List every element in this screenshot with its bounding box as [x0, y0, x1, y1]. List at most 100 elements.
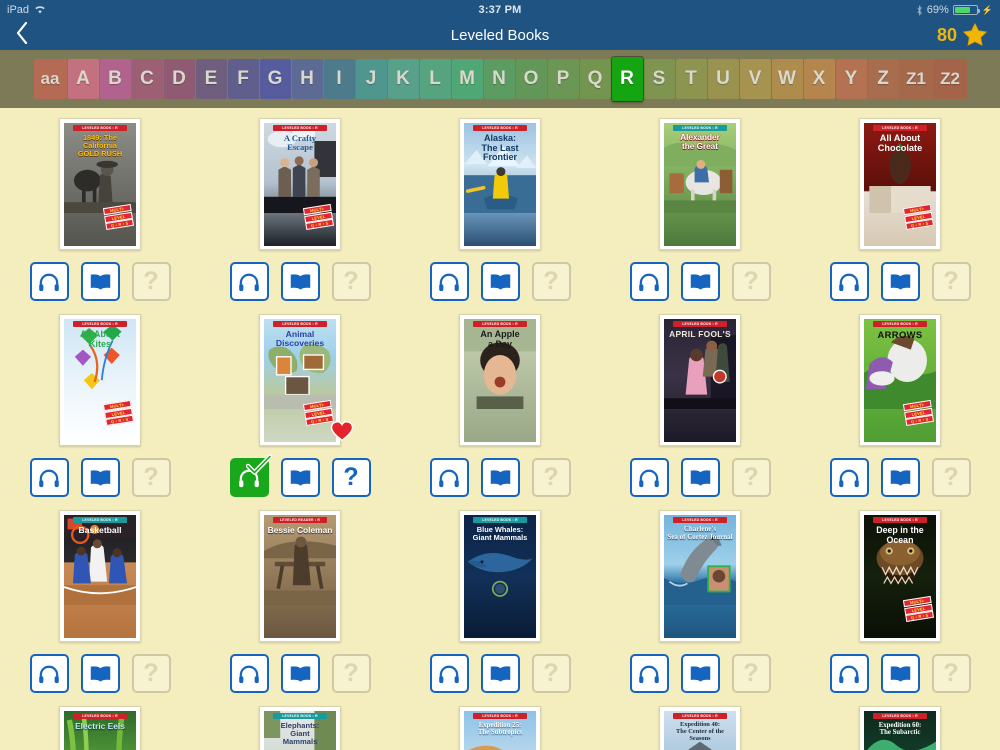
level-button-u[interactable]: U — [707, 59, 739, 99]
listen-button[interactable] — [829, 654, 869, 693]
book-cover[interactable]: LEVELED BOOK • R ARROWS MULTI- LEVEL Q • R •… — [859, 314, 941, 446]
listen-button[interactable] — [29, 458, 69, 497]
book-card: LEVELED READER • R Bessie Coleman? — [200, 508, 400, 704]
book-title-line: Electric Eels — [75, 721, 125, 732]
book-cover[interactable]: LEVELED READER • R Bessie Coleman — [259, 510, 341, 642]
book-cover-inner: LEVELED BOOK • R Expedition 60: The Subarc… — [864, 711, 936, 750]
level-button-o[interactable]: O — [515, 59, 547, 99]
score-badge[interactable]: 80 — [937, 22, 988, 48]
level-button-z1[interactable]: Z1 — [899, 59, 933, 99]
read-button[interactable] — [480, 262, 520, 301]
level-button-p[interactable]: P — [547, 59, 579, 99]
level-button-aa[interactable]: aa — [33, 59, 67, 99]
book-cover[interactable]: LEVELED BOOK • R An Apple a Day — [459, 314, 541, 446]
read-button[interactable] — [80, 458, 120, 497]
listen-button[interactable] — [29, 654, 69, 693]
book-title-line: Basketball — [78, 525, 122, 536]
listen-button[interactable] — [829, 262, 869, 301]
book-cover[interactable]: LEVELED BOOK • R All About Kites MULTI- LEVE… — [59, 314, 141, 446]
level-button-i[interactable]: I — [323, 59, 355, 99]
read-button[interactable] — [680, 262, 720, 301]
read-button[interactable] — [680, 654, 720, 693]
book-cover[interactable]: LEVELED BOOK • R Charlene's Sea of Cortez … — [659, 510, 741, 642]
level-button-v[interactable]: V — [739, 59, 771, 99]
level-button-t[interactable]: T — [675, 59, 707, 99]
listen-button[interactable] — [429, 262, 469, 301]
book-cover[interactable]: LEVELED BOOK • R Expedition 40: The Center… — [659, 706, 741, 750]
book-cover-spacer — [264, 349, 336, 442]
level-button-m[interactable]: M — [451, 59, 483, 99]
listen-button[interactable] — [429, 654, 469, 693]
read-button[interactable] — [280, 262, 320, 301]
book-cover[interactable]: LEVELED BOOK • R Animal Discoveries MULTI- L… — [259, 314, 341, 446]
level-button-a[interactable]: A — [67, 59, 99, 99]
status-bar-right: 69% ⚡ — [916, 4, 993, 16]
read-button[interactable] — [480, 654, 520, 693]
level-button-s[interactable]: S — [643, 59, 675, 99]
book-cover-inner: LEVELED BOOK • R 1849: The California GOLD … — [64, 123, 136, 246]
level-button-d[interactable]: D — [163, 59, 195, 99]
read-button[interactable] — [880, 262, 920, 301]
open-book-icon — [290, 665, 310, 682]
level-button-b[interactable]: B — [99, 59, 131, 99]
level-button-x[interactable]: X — [803, 59, 835, 99]
listen-button[interactable] — [629, 654, 669, 693]
listen-button[interactable] — [229, 654, 269, 693]
level-button-y[interactable]: Y — [835, 59, 867, 99]
book-cover[interactable]: LEVELED BOOK • R APRIL FOOL'S — [659, 314, 741, 446]
book-cover-inner: LEVELED BOOK • R Elephants: Giant Mammals — [264, 711, 336, 750]
book-level-tag: LEVELED BOOK • R — [272, 713, 328, 720]
book-cover-spacer — [464, 350, 536, 442]
level-button-f[interactable]: F — [227, 59, 259, 99]
read-button[interactable] — [880, 458, 920, 497]
book-cover[interactable]: LEVELED BOOK • R 1849: The California GOLD … — [59, 118, 141, 250]
level-button-n[interactable]: N — [483, 59, 515, 99]
quiz-button[interactable]: ? — [331, 458, 371, 497]
listen-button[interactable] — [229, 262, 269, 301]
book-cover[interactable]: LEVELED BOOK • R Alaska: The Last Frontier — [459, 118, 541, 250]
level-button-label: A — [76, 68, 90, 89]
level-button-e[interactable]: E — [195, 59, 227, 99]
book-cover[interactable]: LEVELED BOOK • R Expedition 60: The Subarc… — [859, 706, 941, 750]
level-button-q[interactable]: Q — [579, 59, 611, 99]
level-button-h[interactable]: H — [291, 59, 323, 99]
level-button-j[interactable]: J — [355, 59, 387, 99]
book-cover[interactable]: LEVELED BOOK • RA Crafty Escape MULTI- LEVE… — [259, 118, 341, 250]
listen-button[interactable] — [429, 458, 469, 497]
level-button-g[interactable]: G — [259, 59, 291, 99]
read-button[interactable] — [480, 458, 520, 497]
read-button[interactable] — [80, 654, 120, 693]
book-cover[interactable]: LEVELED BOOK • R Alexander the Great — [659, 118, 741, 250]
read-button[interactable] — [280, 654, 320, 693]
level-button-label: P — [556, 68, 570, 89]
listen-button[interactable] — [29, 262, 69, 301]
read-button[interactable] — [680, 458, 720, 497]
level-button-z[interactable]: Z — [867, 59, 899, 99]
book-cover[interactable]: LEVELED BOOK • R Expedition 25: The Subtro… — [459, 706, 541, 750]
book-grid-scroll-area[interactable]: LEVELED BOOK • R 1849: The California GOLD … — [0, 108, 1000, 750]
level-button-z2[interactable]: Z2 — [933, 59, 967, 99]
book-cover[interactable]: LEVELED BOOK • R All About Chocolate MULTI-… — [859, 118, 941, 250]
book-cover-holder: LEVELED READER • R Bessie Coleman — [250, 508, 350, 642]
book-cover[interactable]: LEVELED BOOK • R Blue Whales: Giant Mammal… — [459, 510, 541, 642]
level-button-c[interactable]: C — [131, 59, 163, 99]
listen-button[interactable] — [829, 458, 869, 497]
book-cover[interactable]: LEVELED BOOK • R Elephants: Giant Mammals — [259, 706, 341, 750]
level-button-w[interactable]: W — [771, 59, 803, 99]
read-button[interactable] — [880, 654, 920, 693]
book-cover[interactable]: LEVELED BOOK • R Electric Eels — [59, 706, 141, 750]
level-button-r[interactable]: R — [611, 57, 643, 101]
book-title: Blue Whales: Giant Mammals — [464, 524, 536, 542]
listen-button[interactable] — [229, 454, 272, 497]
favorite-heart-icon[interactable] — [330, 420, 354, 442]
book-cover[interactable]: LEVELED BOOK • R Basketball — [59, 510, 141, 642]
back-button[interactable] — [12, 21, 32, 48]
listen-button[interactable] — [629, 262, 669, 301]
book-action-buttons: ? — [29, 654, 171, 693]
level-button-l[interactable]: L — [419, 59, 451, 99]
level-button-k[interactable]: K — [387, 59, 419, 99]
book-cover[interactable]: LEVELED BOOK • R Deep in the Ocean MULTI- LE… — [859, 510, 941, 642]
read-button[interactable] — [80, 262, 120, 301]
read-button[interactable] — [280, 458, 320, 497]
listen-button[interactable] — [629, 458, 669, 497]
